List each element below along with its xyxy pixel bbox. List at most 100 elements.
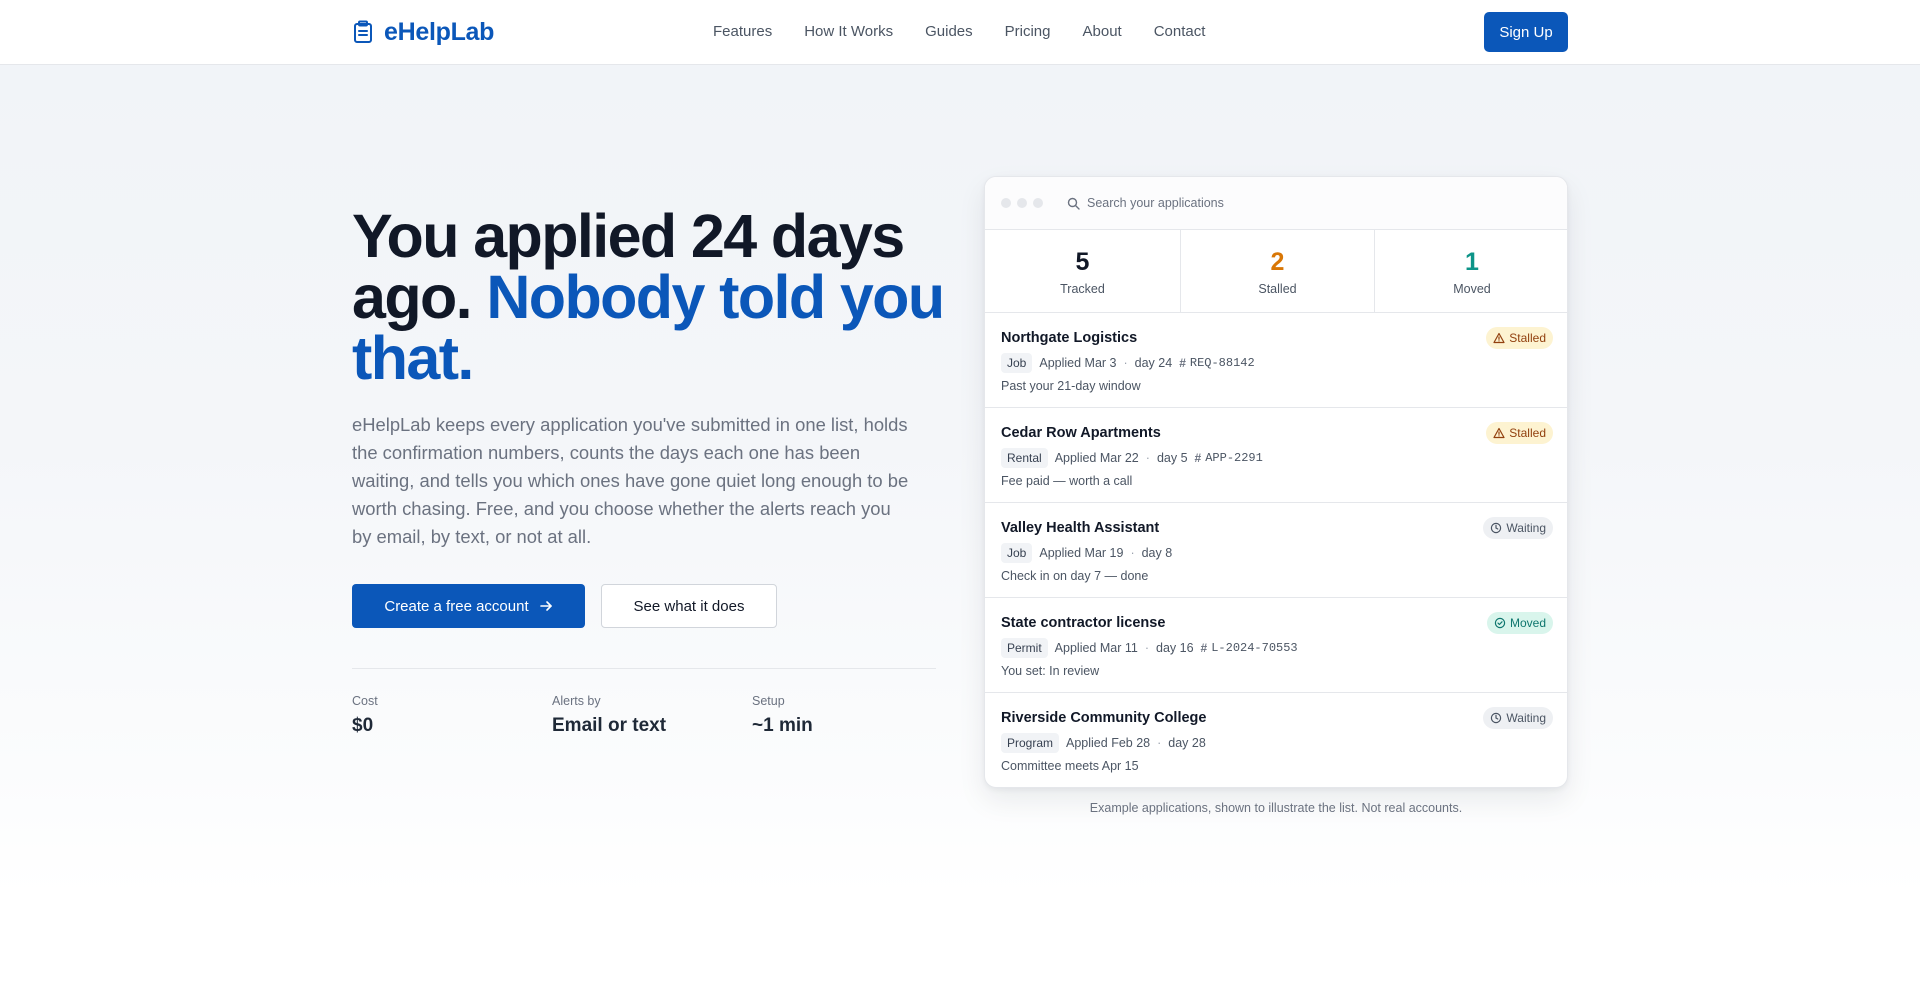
nav-link-features[interactable]: Features bbox=[713, 20, 772, 44]
nav-link-about[interactable]: About bbox=[1083, 20, 1122, 44]
main-nav: Features How It Works Guides Pricing Abo… bbox=[713, 20, 1205, 44]
application-meta: Job Applied Mar 19 · day 8 bbox=[1001, 543, 1172, 563]
app-preview-card: Search your applications 5 Tracked 2 Sta… bbox=[984, 176, 1568, 788]
hero-headline: You applied 24 days ago. Nobody told you… bbox=[352, 206, 952, 389]
status-label: Stalled bbox=[1509, 331, 1546, 345]
meta-separator: · bbox=[1123, 356, 1128, 370]
hero-divider bbox=[352, 668, 936, 669]
brand-logo[interactable]: eHelpLab bbox=[352, 16, 494, 48]
site-header: eHelpLab Features How It Works Guides Pr… bbox=[0, 0, 1920, 65]
application-note: You set: In review bbox=[1001, 664, 1100, 678]
create-account-button[interactable]: Create a free account bbox=[352, 584, 585, 628]
count-label: Tracked bbox=[1060, 282, 1105, 296]
hash-icon: # bbox=[1200, 641, 1208, 655]
status-badge: Stalled bbox=[1486, 327, 1553, 349]
count-value: 2 bbox=[1270, 248, 1285, 276]
create-account-label: Create a free account bbox=[384, 597, 529, 615]
application-tag: Program bbox=[1001, 733, 1060, 753]
stat-label: Alerts by bbox=[552, 694, 601, 708]
preview-toolbar: Search your applications bbox=[985, 177, 1567, 230]
meta-separator: · bbox=[1144, 641, 1149, 655]
warning-icon bbox=[1493, 332, 1505, 344]
confirmation-ref: # REQ-88142 bbox=[1179, 353, 1255, 373]
count-stalled: 2 Stalled bbox=[1180, 230, 1374, 313]
see-what-it-does-button[interactable]: See what it does bbox=[601, 584, 777, 628]
day-count: day 28 bbox=[1168, 736, 1206, 750]
applied-date: Applied Feb 28 bbox=[1066, 736, 1151, 750]
status-badge: Waiting bbox=[1483, 707, 1553, 729]
warning-icon bbox=[1493, 427, 1505, 439]
hero-section bbox=[0, 65, 1920, 895]
hero-stats: Cost $0 Alerts by Email or text Setup ~1… bbox=[352, 693, 936, 743]
arrow-right-icon bbox=[539, 601, 552, 611]
application-title: State contractor license bbox=[1001, 615, 1166, 631]
status-badge: Stalled bbox=[1486, 422, 1553, 444]
status-label: Moved bbox=[1509, 616, 1546, 630]
confirmation-ref: # APP-2291 bbox=[1195, 448, 1263, 468]
count-label: Moved bbox=[1453, 282, 1491, 296]
day-count: day 8 bbox=[1141, 546, 1173, 560]
window-dot bbox=[1017, 198, 1027, 208]
hash-icon: # bbox=[1179, 356, 1186, 370]
count-value: 1 bbox=[1465, 248, 1479, 276]
day-count: day 16 bbox=[1156, 641, 1194, 655]
application-row[interactable]: Northgate Logistics Job Applied Mar 3 · … bbox=[985, 313, 1567, 408]
sign-up-button[interactable]: Sign Up bbox=[1484, 12, 1568, 52]
status-badge: Moved bbox=[1486, 612, 1553, 634]
application-note: Past your 21-day window bbox=[1001, 379, 1141, 393]
application-tag: Job bbox=[1001, 543, 1033, 563]
nav-link-contact[interactable]: Contact bbox=[1154, 20, 1206, 44]
application-meta: Job Applied Mar 3 · day 24 # REQ-88142 bbox=[1001, 353, 1255, 373]
application-meta: Rental Applied Mar 22 · day 5 # APP-2291 bbox=[1001, 448, 1263, 468]
application-list: Northgate Logistics Job Applied Mar 3 · … bbox=[985, 313, 1567, 787]
application-title: Northgate Logistics bbox=[1001, 330, 1138, 346]
count-moved: 1 Moved bbox=[1374, 230, 1567, 313]
status-label: Stalled bbox=[1509, 426, 1546, 440]
stat-value: $0 bbox=[352, 715, 374, 736]
count-label: Stalled bbox=[1258, 282, 1297, 296]
application-meta: Program Applied Feb 28 · day 28 bbox=[1001, 733, 1206, 753]
day-count: day 5 bbox=[1156, 451, 1188, 465]
window-dot bbox=[1033, 198, 1043, 208]
nav-link-how-it-works[interactable]: How It Works bbox=[804, 20, 893, 44]
check-circle-icon bbox=[1494, 617, 1506, 629]
application-note: Committee meets Apr 15 bbox=[1001, 759, 1139, 773]
application-row[interactable]: State contractor license Permit Applied … bbox=[985, 598, 1567, 693]
application-note: Fee paid — worth a call bbox=[1001, 474, 1133, 488]
stat-cost: Cost $0 bbox=[352, 693, 378, 737]
nav-link-pricing[interactable]: Pricing bbox=[1005, 20, 1051, 44]
application-meta: Permit Applied Mar 11 · day 16 # L-2024-7… bbox=[1001, 638, 1298, 658]
application-row[interactable]: Cedar Row Apartments Rental Applied Mar … bbox=[985, 408, 1567, 503]
application-row[interactable]: Valley Health Assistant Job Applied Mar … bbox=[985, 503, 1567, 598]
meta-separator: · bbox=[1157, 736, 1162, 750]
nav-link-guides[interactable]: Guides bbox=[925, 20, 973, 44]
ref-number: L-2024-70553 bbox=[1211, 641, 1298, 655]
window-dot bbox=[1001, 198, 1011, 208]
clock-icon bbox=[1491, 712, 1502, 724]
application-tag: Job bbox=[1001, 353, 1033, 373]
application-title: Valley Health Assistant bbox=[1001, 520, 1160, 536]
status-counts: 5 Tracked 2 Stalled 1 Moved bbox=[985, 230, 1567, 313]
search-input[interactable]: Search your applications bbox=[1087, 195, 1224, 212]
application-tag: Rental bbox=[1001, 448, 1048, 468]
applied-date: Applied Mar 3 bbox=[1039, 356, 1117, 370]
hash-icon: # bbox=[1194, 451, 1202, 465]
ref-number: APP-2291 bbox=[1205, 451, 1263, 465]
application-note: Check in on day 7 — done bbox=[1001, 569, 1149, 583]
status-label: Waiting bbox=[1506, 711, 1546, 725]
clock-icon bbox=[1491, 522, 1502, 534]
stat-setup: Setup ~1 min bbox=[752, 693, 813, 737]
status-badge: Waiting bbox=[1483, 517, 1553, 539]
stat-alerts: Alerts by Email or text bbox=[552, 693, 666, 737]
brand-name: eHelpLab bbox=[384, 17, 495, 46]
status-label: Waiting bbox=[1506, 521, 1546, 535]
day-count: day 24 bbox=[1134, 356, 1173, 370]
count-value: 5 bbox=[1075, 248, 1090, 276]
hero-lead: eHelpLab keeps every application you've … bbox=[352, 414, 909, 547]
stat-value: ~1 min bbox=[752, 715, 813, 736]
application-row[interactable]: Riverside Community College Program Appl… bbox=[985, 693, 1567, 787]
application-title: Cedar Row Apartments bbox=[1001, 425, 1161, 441]
meta-separator: · bbox=[1145, 451, 1150, 465]
confirmation-ref: # L-2024-70553 bbox=[1201, 638, 1298, 658]
clipboard-icon bbox=[354, 20, 372, 43]
